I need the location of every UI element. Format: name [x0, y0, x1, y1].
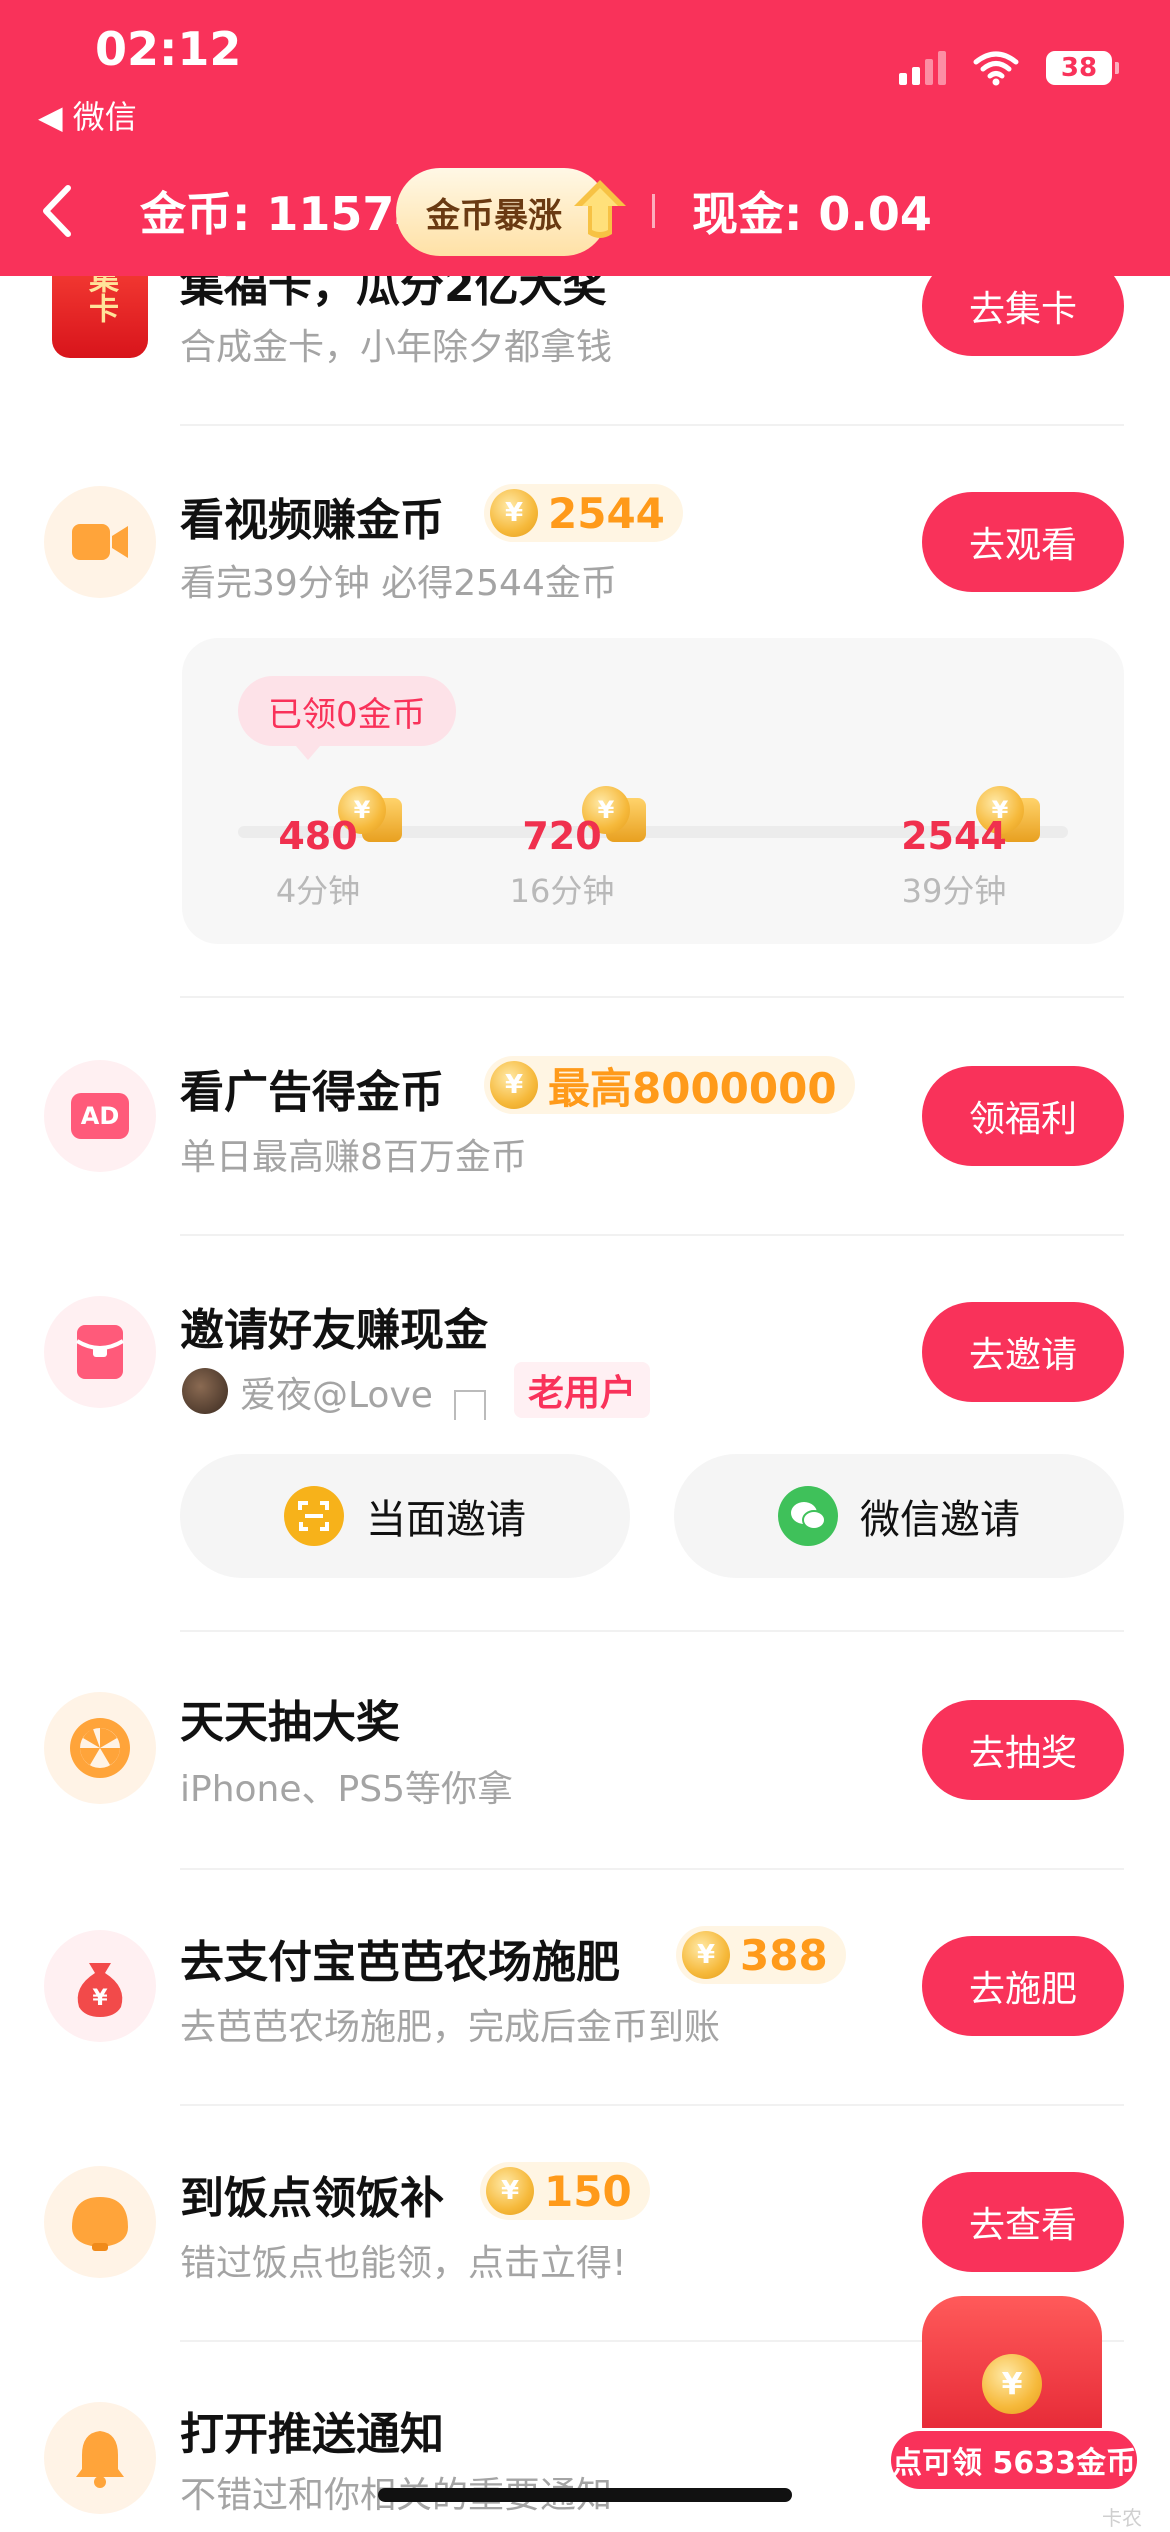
- lottery-task-icon: [44, 1692, 156, 1804]
- invite-user-name: 爱夜@Love: [240, 1375, 433, 1416]
- home-indicator: [378, 2488, 792, 2502]
- header-divider: [652, 194, 655, 228]
- fertilize-button[interactable]: 去施肥: [922, 1936, 1124, 2036]
- milestone-value: 720: [522, 814, 602, 858]
- separator: [180, 1234, 1124, 1236]
- claimed-coins-bubble: 已领0金币: [238, 676, 456, 760]
- push-title: 打开推送通知: [180, 2409, 444, 2460]
- scan-icon: [284, 1486, 344, 1546]
- ads-coin-badge: ¥ 最高8000000: [484, 1056, 855, 1114]
- invite-friends-button[interactable]: 去邀请: [922, 1302, 1124, 1402]
- shell-icon: [72, 2197, 128, 2251]
- milestone-time: 39分钟: [901, 872, 1007, 910]
- claim-benefit-button[interactable]: 领福利: [922, 1066, 1124, 1166]
- milestone-time: 16分钟: [509, 872, 615, 910]
- collect-subtitle: 合成金卡，小年除夕都拿钱: [180, 327, 613, 368]
- coin-icon: ¥: [486, 2167, 534, 2215]
- meal-coin-badge: ¥ 150: [480, 2162, 650, 2220]
- user-avatar: [182, 1368, 228, 1414]
- milestone-value: 480: [278, 814, 358, 858]
- separator: [180, 996, 1124, 998]
- old-user-tag: 老用户: [514, 1362, 651, 1418]
- video-camera-icon: [72, 524, 128, 560]
- milestone-time: 4分钟: [275, 872, 361, 910]
- meal-subtitle: 错过饭点也能领，点击立得!: [180, 2243, 627, 2284]
- cellular-signal-icon: [899, 51, 946, 85]
- farm-coin-badge: ¥ 388: [676, 1926, 846, 1984]
- battery-icon: 38: [1046, 51, 1119, 85]
- video-coin-badge: ¥ 2544: [484, 484, 683, 542]
- wifi-icon: [973, 51, 1019, 86]
- invite-task-icon: [44, 1296, 156, 1408]
- separator: [180, 1868, 1124, 1870]
- floating-reward-widget[interactable]: ¥ 点可领 5633金币 卡农: [888, 2270, 1148, 2532]
- lottery-subtitle: iPhone、PS5等你拿: [180, 1769, 513, 1810]
- back-to-wechat-link[interactable]: ◀ 微信: [38, 92, 137, 138]
- floating-reward-label: 点可领 5633金币: [888, 2428, 1140, 2492]
- invite-title: 邀请好友赚现金: [180, 1305, 488, 1356]
- video-title: 看视频赚金币: [180, 495, 444, 546]
- coin-icon: ¥: [682, 1931, 730, 1979]
- separator: [180, 1630, 1124, 1632]
- farm-task-icon: ¥: [44, 1930, 156, 2042]
- wechat-icon: [778, 1486, 838, 1546]
- push-task-icon: [44, 2402, 156, 2514]
- meal-task-icon: [44, 2166, 156, 2278]
- cash-balance: 现金: 0.04: [692, 187, 932, 241]
- farm-title: 去支付宝芭芭农场施肥: [180, 1937, 620, 1988]
- ad-icon: AD: [71, 1093, 129, 1139]
- video-task-icon: [44, 486, 156, 598]
- ads-title: 看广告得金币: [180, 1067, 444, 1118]
- top-header: 02:12 ◀ 微信 38 金币: 11574 金币暴涨 现金: 0.04: [0, 0, 1170, 276]
- bell-icon: [76, 2431, 124, 2488]
- draw-lottery-button[interactable]: 去抽奖: [922, 1700, 1124, 1800]
- svg-text:¥: ¥: [92, 1986, 108, 2011]
- status-time: 02:12: [95, 22, 242, 76]
- placeholder-box: [454, 1390, 486, 1420]
- chevron-left-icon[interactable]: [34, 180, 80, 242]
- status-icons: 38: [899, 50, 1119, 86]
- farm-subtitle: 去芭芭农场施肥，完成后金币到账: [180, 2007, 721, 2048]
- coin-icon: ¥: [490, 1061, 538, 1109]
- ads-subtitle: 单日最高赚8百万金币: [180, 1137, 527, 1178]
- coin-balance: 金币: 11574: [140, 187, 427, 241]
- red-envelope-icon: [75, 1325, 125, 1379]
- check-meal-button[interactable]: 去查看: [922, 2172, 1124, 2272]
- separator: [180, 424, 1124, 426]
- corner-watermark: 卡农: [1102, 2506, 1142, 2530]
- coin-icon: ¥: [490, 489, 538, 537]
- lottery-wheel-icon: [70, 1718, 130, 1778]
- surge-arrow-icon: [574, 180, 626, 238]
- face-to-face-invite-button[interactable]: 当面邀请: [180, 1454, 630, 1578]
- money-bag-icon: ¥: [77, 1963, 123, 2017]
- watch-video-button[interactable]: 去观看: [922, 492, 1124, 592]
- video-subtitle: 看完39分钟 必得2544金币: [180, 563, 617, 604]
- video-progress-card: 已领0金币 ¥ 480 4分钟 ¥ 720 16分钟 ¥ 2544 39分钟: [182, 638, 1124, 944]
- separator: [180, 2104, 1124, 2106]
- milestone-value: 2544: [901, 814, 1007, 858]
- lottery-title: 天天抽大奖: [180, 1697, 400, 1748]
- meal-title: 到饭点领饭补: [180, 2173, 444, 2224]
- ad-task-icon: AD: [44, 1060, 156, 1172]
- wechat-invite-button[interactable]: 微信邀请: [674, 1454, 1124, 1578]
